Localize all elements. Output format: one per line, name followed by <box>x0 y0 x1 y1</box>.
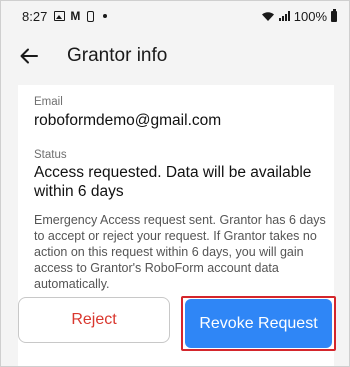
status-bar-right: 100% <box>261 8 337 24</box>
status-bar: 8:27 M 100% <box>1 1 349 31</box>
status-bar-left: 8:27 M <box>22 8 108 24</box>
arrow-left-icon <box>20 48 38 64</box>
back-button[interactable] <box>5 32 53 80</box>
page-title: Grantor info <box>67 45 168 66</box>
app-bar: Grantor info <box>1 31 349 81</box>
screen: 8:27 M 100% Grantor info Email roboformd… <box>0 0 350 367</box>
battery-percent: 100% <box>293 8 327 24</box>
reject-button[interactable]: Reject <box>18 297 170 343</box>
email-value: roboformdemo@gmail.com <box>34 112 222 129</box>
email-label: Email <box>34 96 63 108</box>
status-label: Status <box>34 149 67 161</box>
status-value: Access requested. Data will be available… <box>34 164 312 200</box>
image-icon <box>54 11 66 21</box>
emergency-access-notice: Emergency Access request sent. Grantor h… <box>34 213 326 291</box>
wifi-icon <box>261 11 274 21</box>
lock-icon <box>87 10 95 22</box>
gmail-icon: M <box>70 9 81 23</box>
battery-icon <box>331 8 337 22</box>
revoke-request-button[interactable]: Revoke Request <box>185 299 332 348</box>
signal-icon <box>278 11 290 21</box>
dot-icon <box>103 14 108 18</box>
status-time: 8:27 <box>22 8 48 24</box>
